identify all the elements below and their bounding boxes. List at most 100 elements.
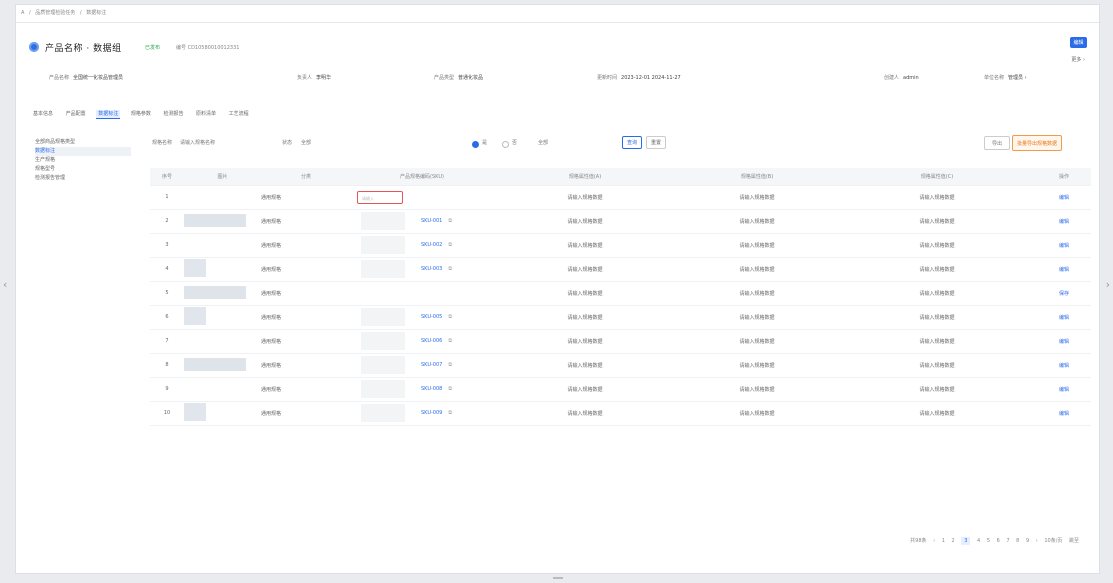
tab-report[interactable]: 检测报告: [161, 110, 185, 118]
page-jump[interactable]: 跳至: [1069, 538, 1079, 544]
product-code: 编号 CD10580010012331: [176, 45, 240, 51]
filter-type-select[interactable]: 全部: [538, 139, 548, 146]
radio-no[interactable]: [502, 141, 509, 148]
row-action-link[interactable]: 编辑: [1037, 377, 1091, 402]
sku-link[interactable]: SKU-001: [421, 218, 442, 224]
cell-attr-a[interactable]: 请输入规格数据: [493, 329, 677, 354]
sku-link[interactable]: SKU-008: [421, 386, 442, 392]
reset-button[interactable]: 重置: [646, 136, 666, 149]
cell-attr-a[interactable]: 请输入规格数据: [493, 233, 677, 258]
cell-attr-b[interactable]: 请输入规格数据: [677, 185, 837, 210]
cell-attr-b[interactable]: 请输入规格数据: [677, 305, 837, 330]
cell-attr-c[interactable]: 请输入规格数据: [837, 305, 1037, 330]
tree-item[interactable]: 规格型号: [35, 165, 135, 174]
sku-link[interactable]: SKU-009: [421, 410, 442, 416]
copy-icon[interactable]: ⧉: [448, 338, 452, 344]
chevron-right-icon[interactable]: ›: [1106, 278, 1110, 291]
cell-attr-b[interactable]: 请输入规格数据: [677, 281, 837, 306]
copy-icon[interactable]: ⧉: [448, 362, 452, 368]
filter-status-select[interactable]: 全部: [301, 139, 311, 146]
search-button[interactable]: 查询: [622, 136, 642, 149]
tab-annotation[interactable]: 数据标注: [96, 110, 121, 119]
copy-icon[interactable]: ⧉: [448, 266, 452, 272]
sku-input[interactable]: 请输入: [357, 190, 403, 204]
cell-attr-a[interactable]: 请输入规格数据: [493, 209, 677, 234]
breadcrumb-item[interactable]: A: [21, 10, 24, 16]
cell-attr-b[interactable]: 请输入规格数据: [677, 233, 837, 258]
tab-spec[interactable]: 规格参数: [129, 110, 153, 118]
resize-handle[interactable]: [553, 577, 563, 579]
more-dropdown[interactable]: 更多 ›: [1071, 56, 1085, 63]
cell-attr-a[interactable]: 请输入规格数据: [493, 305, 677, 330]
cell-attr-c[interactable]: 请输入规格数据: [837, 209, 1037, 234]
pagination-next[interactable]: ›: [1036, 538, 1038, 544]
cell-attr-c[interactable]: 请输入规格数据: [837, 233, 1037, 258]
page-5[interactable]: 5: [987, 538, 990, 544]
filter-name-input[interactable]: 请输入规格名称: [180, 139, 215, 146]
tree-item[interactable]: 全部商品规格类型: [35, 138, 135, 147]
sku-link[interactable]: SKU-005: [421, 314, 442, 320]
cell-attr-b[interactable]: 请输入规格数据: [677, 257, 837, 282]
copy-icon[interactable]: ⧉: [448, 410, 452, 416]
tab-basic[interactable]: 基本信息: [31, 110, 55, 118]
tree-item[interactable]: 检测报告管理: [35, 174, 135, 183]
copy-icon[interactable]: ⧉: [448, 242, 452, 248]
tree-item-selected[interactable]: 数据标注: [35, 147, 131, 156]
cell-attr-a[interactable]: 请输入规格数据: [493, 401, 677, 426]
cell-attr-a[interactable]: 请输入规格数据: [493, 281, 677, 306]
sku-link[interactable]: SKU-006: [421, 338, 442, 344]
tab-material[interactable]: 原料清单: [194, 110, 218, 118]
cell-attr-b[interactable]: 请输入规格数据: [677, 353, 837, 378]
cell-attr-c[interactable]: 请输入规格数据: [837, 281, 1037, 306]
cell-attr-c[interactable]: 请输入规格数据: [837, 257, 1037, 282]
breadcrumb-item[interactable]: 品质管理检验任务: [35, 10, 75, 16]
page-1[interactable]: 1: [942, 538, 945, 544]
copy-icon[interactable]: ⧉: [448, 218, 452, 224]
tab-process[interactable]: 工艺流程: [227, 110, 251, 118]
cell-attr-b[interactable]: 请输入规格数据: [677, 209, 837, 234]
page-9[interactable]: 9: [1026, 538, 1029, 544]
row-action-link[interactable]: 保存: [1037, 281, 1091, 306]
page-7[interactable]: 7: [1006, 538, 1009, 544]
page-4[interactable]: 4: [977, 538, 980, 544]
cell-attr-a[interactable]: 请输入规格数据: [493, 377, 677, 402]
tree-item[interactable]: 生产规格: [35, 156, 135, 165]
edit-button[interactable]: 编辑: [1070, 37, 1087, 48]
page-6[interactable]: 6: [997, 538, 1000, 544]
cell-attr-b[interactable]: 请输入规格数据: [677, 377, 837, 402]
row-action-link[interactable]: 编辑: [1037, 329, 1091, 354]
copy-icon[interactable]: ⧉: [448, 386, 452, 392]
cell-attr-b[interactable]: 请输入规格数据: [677, 401, 837, 426]
page-3-current[interactable]: 3: [961, 537, 971, 545]
sku-link[interactable]: SKU-002: [421, 242, 442, 248]
batch-export-button[interactable]: 批量导出规格数据: [1012, 135, 1062, 151]
page-2[interactable]: 2: [951, 538, 954, 544]
row-action-link[interactable]: 编辑: [1037, 401, 1091, 426]
row-action-link[interactable]: 编辑: [1037, 305, 1091, 330]
cell-attr-a[interactable]: 请输入规格数据: [493, 257, 677, 282]
tab-config[interactable]: 产品配置: [64, 110, 88, 118]
cell-attr-c[interactable]: 请输入规格数据: [837, 377, 1037, 402]
export-button[interactable]: 导出: [984, 136, 1010, 150]
radio-yes[interactable]: [472, 141, 479, 148]
pagination-prev[interactable]: ‹: [933, 538, 935, 544]
cell-attr-b[interactable]: 请输入规格数据: [677, 329, 837, 354]
row-action-link[interactable]: 编辑: [1037, 233, 1091, 258]
cell-attr-c[interactable]: 请输入规格数据: [837, 353, 1037, 378]
cell-attr-c[interactable]: 请输入规格数据: [837, 185, 1037, 210]
chevron-left-icon[interactable]: ‹: [3, 278, 7, 291]
sku-link[interactable]: SKU-007: [421, 362, 442, 368]
filter-status-label: 状态: [282, 140, 293, 146]
row-action-link[interactable]: 编辑: [1037, 257, 1091, 282]
sku-link[interactable]: SKU-003: [421, 266, 442, 272]
cell-attr-a[interactable]: 请输入规格数据: [493, 353, 677, 378]
cell-attr-a[interactable]: 请输入规格数据: [493, 185, 677, 210]
copy-icon[interactable]: ⧉: [448, 314, 452, 320]
cell-attr-c[interactable]: 请输入规格数据: [837, 329, 1037, 354]
row-action-link[interactable]: 编辑: [1037, 353, 1091, 378]
row-action-link[interactable]: 编辑: [1037, 185, 1091, 210]
page-8[interactable]: 8: [1016, 538, 1019, 544]
row-action-link[interactable]: 编辑: [1037, 209, 1091, 234]
cell-attr-c[interactable]: 请输入规格数据: [837, 401, 1037, 426]
page-size-select[interactable]: 10条/页: [1044, 538, 1062, 544]
